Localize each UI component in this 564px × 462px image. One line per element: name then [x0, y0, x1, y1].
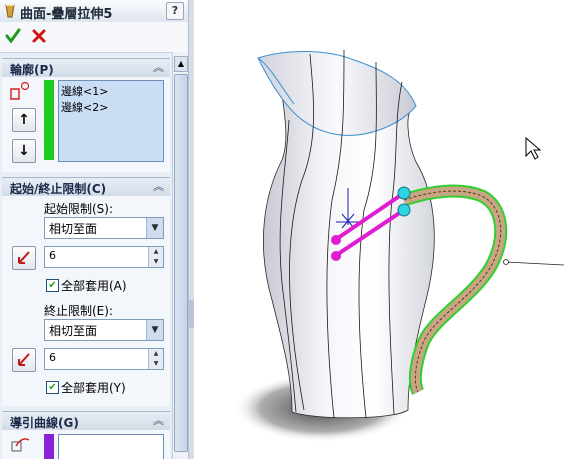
end-constraint-select[interactable]: 相切至面 ▼	[44, 319, 164, 341]
list-item[interactable]: 邊線<1>	[61, 83, 108, 99]
collapse-chevron-icon[interactable]: ︽	[153, 178, 164, 194]
start-constraint-select[interactable]: 相切至面 ▼	[44, 217, 164, 239]
spin-down-icon[interactable]: ▼	[148, 257, 163, 267]
profile-select-icon	[10, 81, 30, 100]
end-apply-all-label: 全部套用(Y)	[61, 381, 126, 395]
guides-section-body	[2, 430, 170, 459]
chevron-down-icon[interactable]: ▼	[146, 218, 163, 238]
panel-scrollbar[interactable]: ▲	[172, 52, 188, 459]
loft-feature-icon	[5, 4, 15, 18]
scroll-thumb[interactable]	[174, 74, 188, 452]
panel-title: 曲面-疊層拉伸5	[20, 7, 113, 22]
help-button[interactable]: ?	[166, 2, 184, 20]
pitcher-model	[234, 49, 564, 442]
profiles-section-header[interactable]: 輪廓(P) ︽	[2, 58, 170, 78]
reverse-arrow-icon	[18, 251, 30, 264]
profiles-section-body: 邊線<1> 邊線<2> ↑ ↓	[2, 77, 170, 172]
start-tangent-length-input[interactable]: 6 ▲ ▼	[44, 246, 164, 268]
pitcher-inner-rim	[257, 51, 417, 136]
spin-up-icon[interactable]: ▲	[148, 349, 163, 359]
leader-line	[505, 261, 564, 266]
guide-curve-icon	[11, 438, 30, 452]
guide-color-bar	[44, 434, 54, 459]
list-item[interactable]: 邊線<2>	[61, 99, 108, 115]
leader-point	[503, 259, 509, 265]
move-down-button[interactable]: ↓	[12, 139, 36, 163]
start-tangent-length-value: 6	[49, 249, 56, 262]
x-icon[interactable]	[31, 28, 47, 44]
spin-up-icon[interactable]: ▲	[148, 247, 163, 257]
start-apply-all-checkbox[interactable]: ✔	[46, 279, 59, 292]
guides-section-header[interactable]: 導引曲線(G) ︽	[2, 411, 170, 431]
handle-point-top[interactable]	[397, 186, 411, 200]
end-apply-all-checkbox[interactable]: ✔	[46, 381, 59, 394]
check-icon[interactable]	[5, 28, 21, 44]
constraints-section-title: 起始/終止限制(C)	[10, 182, 107, 196]
profile-color-bar	[44, 80, 54, 160]
property-manager-panel: 曲面-疊層拉伸5 ? 輪廓(P) ︽ 邊線<1> 邊線<2> ↑ ↓ 起始/終止…	[0, 0, 188, 459]
panel-title-bar: 曲面-疊層拉伸5 ?	[0, 0, 188, 23]
constraints-section-header[interactable]: 起始/終止限制(C) ︽	[2, 177, 170, 197]
profiles-section-title: 輪廓(P)	[10, 63, 54, 77]
guide-curve-list[interactable]	[58, 434, 164, 459]
graphics-viewport[interactable]	[194, 0, 564, 459]
move-up-button[interactable]: ↑	[12, 108, 36, 132]
start-constraint-label: 起始限制(S):	[44, 202, 114, 216]
end-tangent-length-value: 6	[49, 351, 56, 364]
reverse-arrow-icon	[18, 353, 30, 366]
end-constraint-value: 相切至面	[49, 324, 98, 338]
action-bar	[0, 22, 188, 53]
end-constraint-label: 終止限制(E):	[44, 304, 113, 318]
reverse-direction-button[interactable]	[12, 348, 36, 372]
mouse-cursor-icon	[525, 136, 542, 160]
end-tangent-length-input[interactable]: 6 ▲ ▼	[44, 348, 164, 370]
collapse-chevron-icon[interactable]: ︽	[153, 59, 164, 75]
chevron-down-icon[interactable]: ▼	[146, 320, 163, 340]
start-constraint-value: 相切至面	[49, 222, 98, 236]
collapse-chevron-icon[interactable]: ︽	[153, 412, 164, 428]
handle-point-bottom[interactable]	[397, 203, 411, 217]
guides-section-title: 導引曲線(G)	[10, 416, 79, 430]
spin-down-icon[interactable]: ▼	[148, 359, 163, 369]
constraints-section-body: 起始限制(S): 相切至面 ▼ 6 ▲ ▼ ✔ 全部套用(A) 終止限制(E):…	[2, 196, 170, 406]
scroll-up-icon[interactable]: ▲	[174, 56, 188, 72]
reverse-direction-button[interactable]	[12, 246, 36, 270]
profile-list[interactable]: 邊線<1> 邊線<2>	[58, 80, 164, 162]
start-apply-all-label: 全部套用(A)	[61, 279, 127, 293]
